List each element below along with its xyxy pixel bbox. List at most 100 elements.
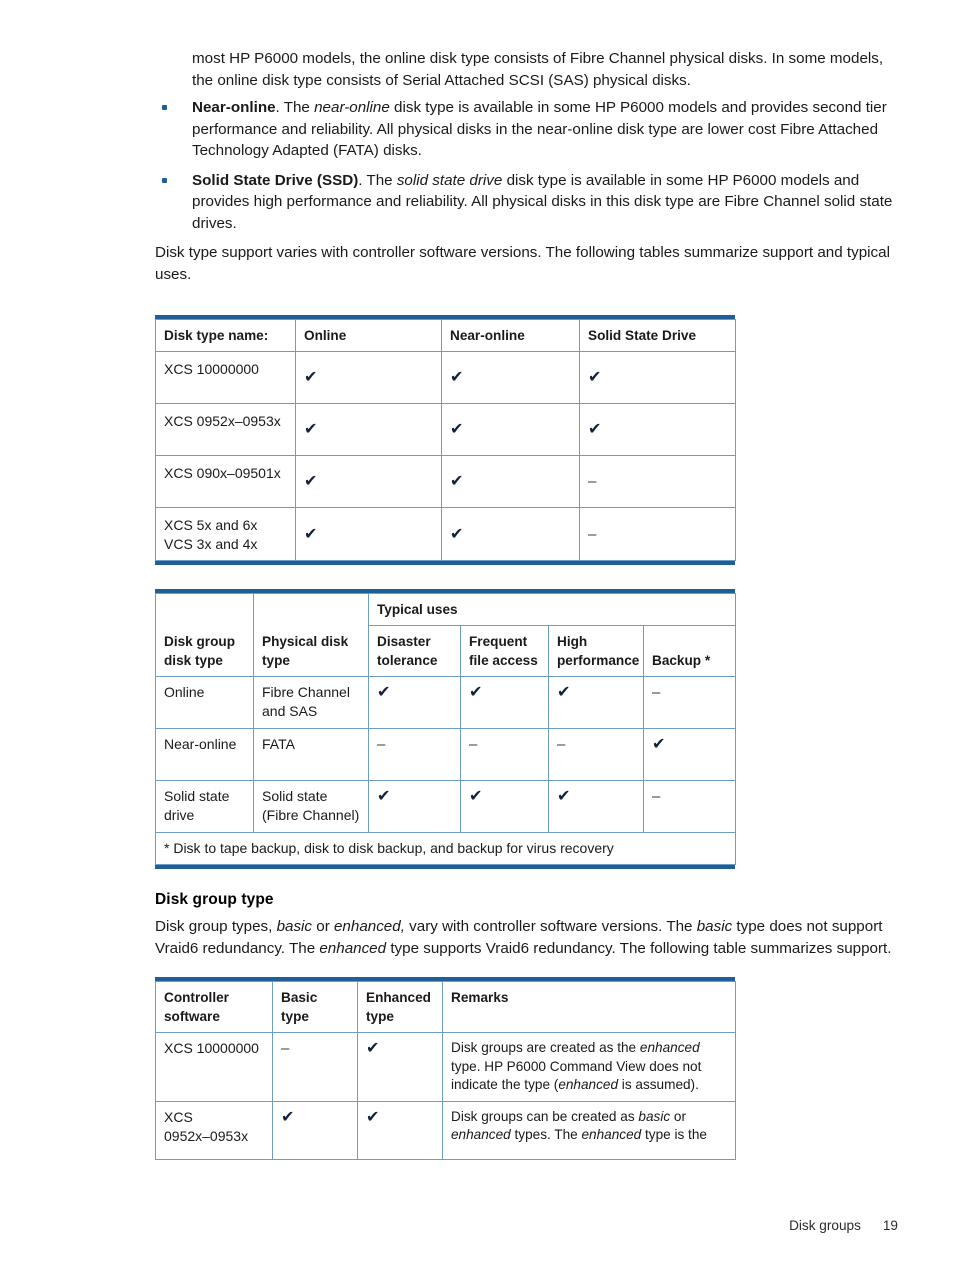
not-supported-dash: –	[557, 736, 566, 753]
header-line-2: file access	[469, 653, 538, 668]
bullet-dot-icon	[162, 105, 167, 110]
table-group-header-row: Disk group disk type Physical disk type …	[155, 593, 737, 677]
header-line-2: tolerance	[377, 653, 438, 668]
table-row: XCS 10000000 ✔ ✔ ✔	[155, 351, 736, 404]
header-typical-uses-group: Typical uses	[367, 593, 737, 626]
page-content: most HP P6000 models, the online disk ty…	[154, 48, 900, 1160]
section-heading-disk-group-type: Disk group type	[155, 891, 274, 908]
check-icon: ✔	[377, 786, 391, 805]
table-header-row: Disk type name: Online Near-online Solid…	[155, 319, 736, 352]
footer-chapter-name: Disk groups	[789, 1218, 861, 1233]
check-icon: ✔	[366, 1038, 380, 1057]
cell-line-1: Solid state	[164, 788, 230, 804]
check-icon: ✔	[469, 786, 483, 805]
page-footer: Disk groups 19	[0, 1218, 954, 1233]
sp-t1: Disk group types,	[155, 918, 277, 935]
rm-t1: Disk groups are created as the	[451, 1040, 640, 1055]
cell-disk-group-disk-type: Near-online	[155, 728, 254, 781]
header-backup: Backup *	[642, 625, 737, 677]
check-icon: ✔	[377, 682, 391, 701]
header-physical-disk-type: Physical disk type	[253, 593, 369, 677]
table-row: XCS 10000000 – ✔ Disk groups are created…	[155, 1032, 736, 1102]
table-row: XCS 0952x–0953x ✔ ✔ ✔	[155, 403, 736, 456]
bullet-near-online-text-1: . The	[275, 99, 315, 116]
rm-i2: enhanced	[558, 1077, 619, 1092]
table-footnote: * Disk to tape backup, disk to disk back…	[154, 832, 737, 865]
check-icon: ✔	[366, 1106, 380, 1126]
cell-line-1: XCS	[164, 1108, 193, 1125]
bullet-solid-state-drive: Solid State Drive (SSD). The solid state…	[155, 170, 900, 235]
sp-t3: vary with controller software versions. …	[404, 918, 697, 935]
header-line-1: Disk group	[164, 634, 235, 649]
header-frequent-file-access: Frequent file access	[460, 625, 549, 677]
check-icon: ✔	[557, 786, 571, 805]
cell-disk-group-disk-type: Online	[155, 676, 254, 729]
header-controller-software: Controller software	[155, 981, 273, 1033]
rm-t3: types. The	[510, 1127, 582, 1142]
rm-i1: enhanced	[639, 1040, 700, 1055]
sp-t2: or	[312, 918, 334, 935]
header-line-1: Disaster	[377, 634, 431, 649]
sp-i3: basic	[696, 918, 733, 935]
check-icon: ✔	[652, 734, 666, 753]
table-row: XCS 0952x–0953x ✔ ✔ Disk groups can be c…	[155, 1100, 736, 1160]
header-enhanced-type: Enhanced type	[357, 981, 443, 1033]
check-icon: ✔	[304, 419, 318, 438]
bullet-ssd-lead: Solid State Drive (SSD)	[192, 171, 359, 189]
header-disk-group-disk-type: Disk group disk type	[155, 593, 254, 677]
header-line-2: type	[281, 1009, 309, 1024]
header-near-online: Near-online	[441, 319, 580, 352]
rm-t3: is assumed).	[618, 1077, 699, 1092]
check-icon: ✔	[304, 523, 318, 543]
rm-t2: or	[670, 1108, 687, 1124]
cell-line-1: Fibre Channel	[262, 684, 350, 700]
bullet-near-online: Near-online. The near-online disk type i…	[155, 97, 900, 162]
header-solid-state-drive: Solid State Drive	[579, 319, 736, 352]
disk-group-type-table: Controller software Basic type Enhanced …	[155, 981, 736, 1160]
header-line-2: disk type	[164, 653, 223, 668]
sp-i4: enhanced	[319, 939, 387, 957]
sp-t5: type supports Vraid6 redundancy. The fol…	[386, 939, 892, 957]
cell-physical-disk-type: Fibre Channel and SAS	[253, 676, 369, 729]
cell-physical-disk-type: FATA	[253, 728, 369, 781]
paragraph-disk-type-support: Disk type support varies with controller…	[155, 244, 890, 283]
cell-controller-software: XCS 0952x–0953x	[155, 1100, 273, 1160]
header-backup-label: Backup *	[652, 653, 711, 668]
table-header-row: Controller software Basic type Enhanced …	[155, 981, 736, 1033]
disk-type-support-table-wrapper: Disk type name: Online Near-online Solid…	[155, 315, 736, 565]
cell-line-2: 0952x–0953x	[164, 1127, 249, 1144]
disk-type-support-table: Disk type name: Online Near-online Solid…	[155, 319, 736, 561]
check-icon: ✔	[281, 1106, 295, 1126]
table-row: Near-online FATA – – – ✔	[155, 728, 737, 781]
header-line-2: type	[366, 1009, 394, 1024]
header-basic-type: Basic type	[272, 981, 358, 1033]
not-supported-dash: –	[469, 736, 478, 753]
typical-uses-table: Disk group disk type Physical disk type …	[154, 593, 737, 865]
sp-i2: enhanced,	[333, 918, 405, 935]
not-supported-dash: –	[377, 736, 386, 753]
check-icon: ✔	[450, 523, 464, 543]
header-line-1: Frequent	[469, 634, 528, 649]
check-icon: ✔	[588, 367, 602, 386]
rm-i1: basic	[638, 1108, 671, 1124]
check-icon: ✔	[588, 419, 602, 438]
check-icon: ✔	[450, 471, 464, 490]
cell-line-2: and SAS	[262, 703, 318, 719]
cell-line-2: drive	[164, 807, 195, 823]
disk-type-bullet-list: Near-online. The near-online disk type i…	[155, 97, 900, 234]
disk-group-type-table-wrapper: Controller software Basic type Enhanced …	[155, 977, 736, 1160]
footer-page-number: 19	[882, 1218, 898, 1233]
header-high-performance: High performance	[548, 625, 644, 677]
bullet-near-online-lead: Near-online	[192, 99, 276, 116]
typical-uses-table-wrapper: Disk group disk type Physical disk type …	[154, 589, 737, 869]
check-icon: ✔	[304, 367, 318, 386]
bullet-dot-icon	[162, 177, 167, 183]
check-icon: ✔	[304, 471, 318, 490]
rm-t4: type is the	[641, 1127, 707, 1142]
cell-disk-group-disk-type: Solid state drive	[155, 780, 254, 833]
bullet-ssd-italic-1: solid state drive	[396, 171, 503, 189]
check-icon: ✔	[450, 419, 464, 438]
bullet-ssd-text-1: . The	[358, 171, 397, 189]
header-remarks: Remarks	[442, 981, 736, 1033]
header-line-1: Enhanced	[366, 990, 431, 1005]
